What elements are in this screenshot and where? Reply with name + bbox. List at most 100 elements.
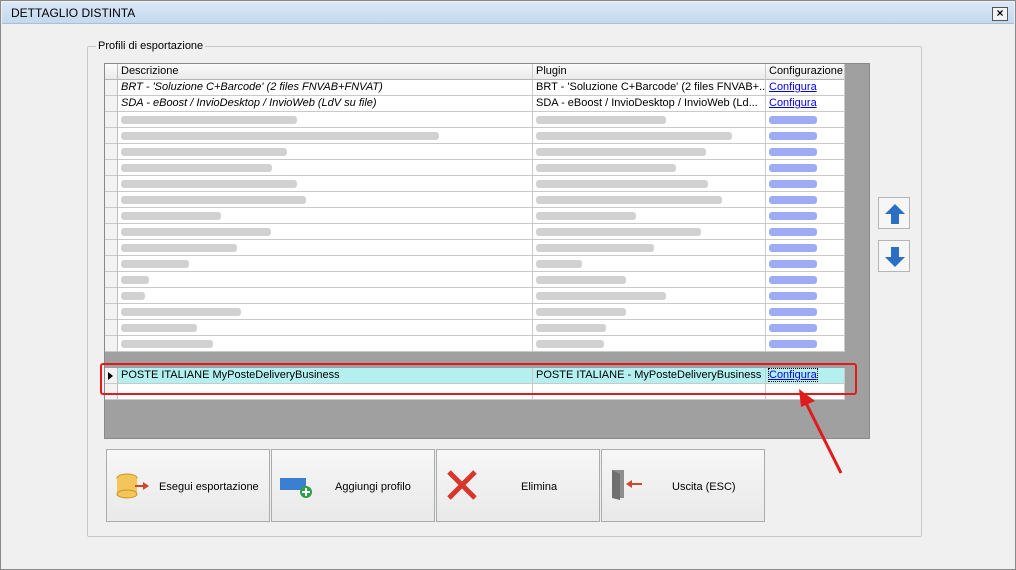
configure-link-obscured[interactable] xyxy=(766,208,845,224)
row-selector[interactable] xyxy=(105,80,118,96)
table-row[interactable] xyxy=(105,240,845,256)
row-description-obscured xyxy=(118,320,533,336)
row-plugin-obscured xyxy=(533,272,766,288)
row-description-obscured xyxy=(118,304,533,320)
row-description-obscured xyxy=(118,128,533,144)
row-selector[interactable] xyxy=(105,272,118,288)
row-description-obscured xyxy=(118,224,533,240)
row-description-obscured xyxy=(118,112,533,128)
row-selector[interactable] xyxy=(105,320,118,336)
table-row[interactable] xyxy=(105,208,845,224)
column-header-description[interactable]: Descrizione xyxy=(118,64,533,80)
table-row[interactable] xyxy=(105,272,845,288)
delete-button-label: Elimina xyxy=(521,481,558,493)
configure-link-obscured[interactable] xyxy=(766,336,845,352)
row-selector[interactable] xyxy=(105,112,118,128)
row-plugin: BRT - 'Soluzione C+Barcode' (2 files FNV… xyxy=(533,80,766,96)
dialog-window: DETTAGLIO DISTINTA × Profili di esportaz… xyxy=(0,0,1016,570)
row-selector[interactable] xyxy=(105,224,118,240)
move-up-button[interactable] xyxy=(878,197,910,229)
row-plugin-obscured xyxy=(533,208,766,224)
table-row[interactable] xyxy=(105,192,845,208)
table-row[interactable] xyxy=(105,288,845,304)
configure-link-obscured[interactable] xyxy=(766,160,845,176)
delete-x-icon xyxy=(447,470,477,500)
configure-link[interactable]: Configura xyxy=(769,81,817,93)
column-header-plugin[interactable]: Plugin xyxy=(533,64,766,80)
header-selector-cell xyxy=(105,64,118,80)
export-button-label: Esegui esportazione xyxy=(159,481,259,493)
delete-button[interactable]: Elimina xyxy=(436,449,600,522)
row-plugin-obscured xyxy=(533,112,766,128)
add-profile-icon xyxy=(280,478,312,498)
database-export-icon xyxy=(116,473,149,499)
table-row[interactable] xyxy=(105,320,845,336)
row-selector[interactable] xyxy=(105,336,118,352)
row-selector[interactable] xyxy=(105,128,118,144)
row-selector[interactable] xyxy=(105,144,118,160)
row-selector[interactable] xyxy=(105,208,118,224)
table-row[interactable] xyxy=(105,176,845,192)
column-header-config[interactable]: Configurazione xyxy=(766,64,845,80)
row-plugin-obscured xyxy=(533,288,766,304)
row-selector[interactable] xyxy=(105,96,118,112)
move-down-button[interactable] xyxy=(878,240,910,272)
window-title: DETTAGLIO DISTINTA xyxy=(11,6,136,20)
exit-button[interactable]: Uscita (ESC) xyxy=(601,449,765,522)
table-row[interactable] xyxy=(105,256,845,272)
configure-link-obscured[interactable] xyxy=(766,224,845,240)
row-description-obscured xyxy=(118,192,533,208)
configure-link-obscured[interactable] xyxy=(766,256,845,272)
row-plugin-obscured xyxy=(533,304,766,320)
table-row[interactable] xyxy=(105,128,845,144)
row-description-obscured xyxy=(118,240,533,256)
row-plugin-obscured xyxy=(533,256,766,272)
configure-link-obscured[interactable] xyxy=(766,112,845,128)
row-plugin-obscured xyxy=(533,128,766,144)
row-description-obscured xyxy=(118,288,533,304)
row-selector[interactable] xyxy=(105,304,118,320)
export-button[interactable]: Esegui esportazione xyxy=(106,449,270,522)
add-profile-button-label: Aggiungi profilo xyxy=(335,481,411,493)
configure-link-obscured[interactable] xyxy=(766,144,845,160)
row-plugin-obscured xyxy=(533,176,766,192)
table-row[interactable] xyxy=(105,336,845,352)
row-description-obscured xyxy=(118,208,533,224)
selected-row-highlight xyxy=(100,363,857,395)
arrow-down-icon xyxy=(885,247,905,267)
configure-link-obscured[interactable] xyxy=(766,240,845,256)
row-selector[interactable] xyxy=(105,160,118,176)
add-profile-button[interactable]: Aggiungi profilo xyxy=(271,449,435,522)
configure-link-obscured[interactable] xyxy=(766,304,845,320)
table-row[interactable]: BRT - 'Soluzione C+Barcode' (2 files FNV… xyxy=(105,80,845,96)
configure-link-obscured[interactable] xyxy=(766,272,845,288)
row-plugin-obscured xyxy=(533,224,766,240)
row-selector[interactable] xyxy=(105,192,118,208)
row-plugin-obscured xyxy=(533,336,766,352)
configure-link-obscured[interactable] xyxy=(766,176,845,192)
row-selector[interactable] xyxy=(105,240,118,256)
exit-button-label: Uscita (ESC) xyxy=(672,481,736,493)
configure-link-obscured[interactable] xyxy=(766,288,845,304)
configure-link-obscured[interactable] xyxy=(766,128,845,144)
row-description-obscured xyxy=(118,336,533,352)
row-plugin-obscured xyxy=(533,144,766,160)
configure-link-obscured[interactable] xyxy=(766,192,845,208)
row-plugin-obscured xyxy=(533,160,766,176)
row-plugin-obscured xyxy=(533,320,766,336)
table-row[interactable] xyxy=(105,304,845,320)
row-description-obscured xyxy=(118,256,533,272)
table-row[interactable] xyxy=(105,144,845,160)
title-bar: DETTAGLIO DISTINTA × xyxy=(2,2,1014,24)
table-row[interactable] xyxy=(105,160,845,176)
table-row[interactable] xyxy=(105,224,845,240)
table-row[interactable] xyxy=(105,112,845,128)
close-button[interactable]: × xyxy=(992,7,1008,21)
row-selector[interactable] xyxy=(105,288,118,304)
row-selector[interactable] xyxy=(105,176,118,192)
configure-link[interactable]: Configura xyxy=(769,97,817,109)
grid-header: Descrizione Plugin Configurazione xyxy=(105,64,845,80)
row-selector[interactable] xyxy=(105,256,118,272)
table-row[interactable]: SDA - eBoost / InvioDesktop / InvioWeb (… xyxy=(105,96,845,112)
configure-link-obscured[interactable] xyxy=(766,320,845,336)
